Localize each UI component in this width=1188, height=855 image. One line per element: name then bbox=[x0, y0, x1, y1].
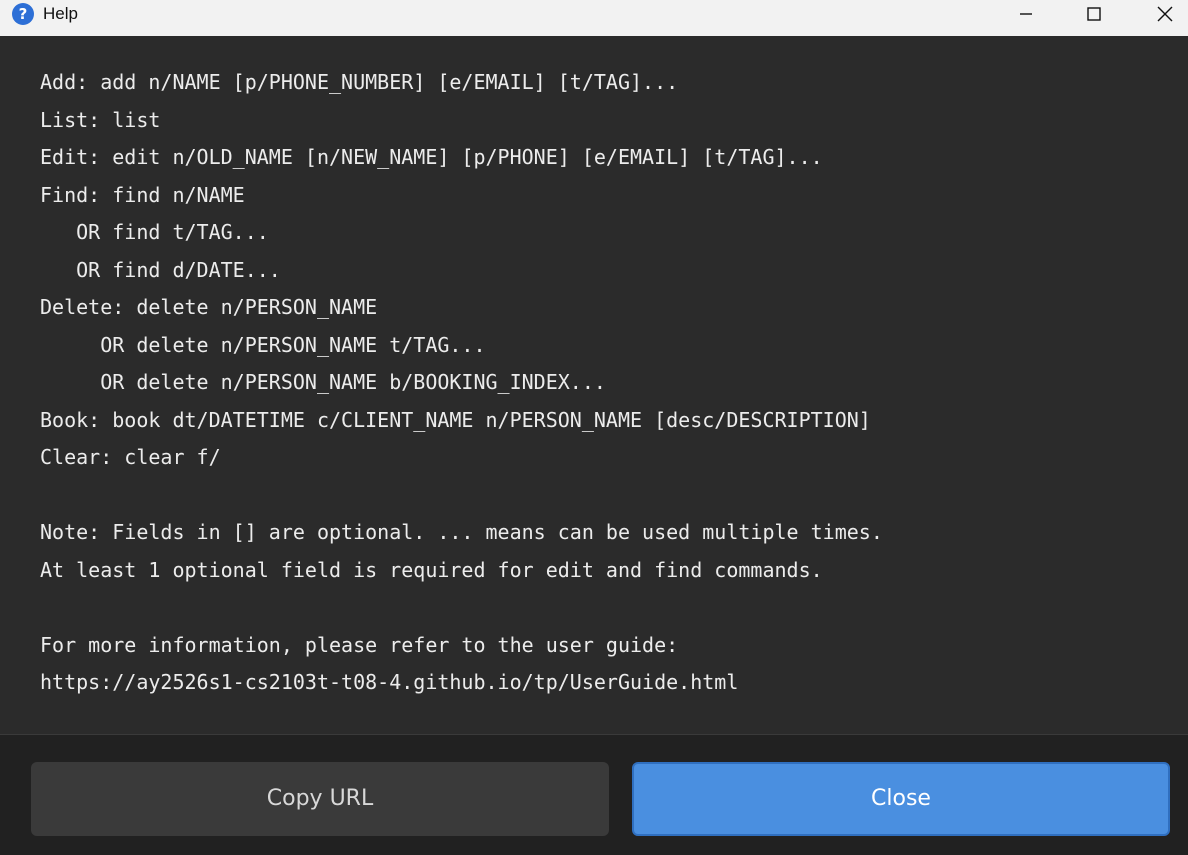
help-line: OR find d/DATE... bbox=[40, 257, 281, 282]
help-line: OR delete n/PERSON_NAME b/BOOKING_INDEX.… bbox=[40, 370, 606, 394]
minimize-button[interactable] bbox=[1003, 0, 1049, 30]
help-line: OR delete n/PERSON_NAME t/TAG... bbox=[40, 332, 486, 357]
help-question-icon: ? bbox=[12, 3, 34, 25]
copy-url-button[interactable]: Copy URL bbox=[31, 762, 609, 836]
help-line: Note: Fields in [] are optional. ... mea… bbox=[40, 520, 883, 544]
window-close-button[interactable] bbox=[1142, 0, 1188, 30]
window-title: Help bbox=[43, 4, 78, 23]
help-window: ? Help Add: add n/NAME [p/PHONE_NUMBER] … bbox=[0, 0, 1188, 855]
help-line: Add: add n/NAME [p/PHONE_NUMBER] [e/EMAI… bbox=[40, 70, 679, 94]
help-line: Find: find n/NAME bbox=[40, 182, 245, 207]
close-icon bbox=[1157, 6, 1173, 22]
help-line: List: list bbox=[40, 107, 161, 132]
button-bar: Copy URL Close bbox=[0, 734, 1188, 855]
help-line: Edit: edit n/OLD_NAME [n/NEW_NAME] [p/PH… bbox=[40, 145, 823, 169]
title-bar[interactable]: ? Help bbox=[0, 0, 1188, 36]
help-line: For more information, please refer to th… bbox=[40, 632, 679, 657]
user-guide-url: https://ay2526s1-cs2103t-t08-4.github.io… bbox=[40, 670, 739, 694]
maximize-icon bbox=[1087, 7, 1101, 21]
help-text: Add: add n/NAME [p/PHONE_NUMBER] [e/EMAI… bbox=[40, 64, 883, 702]
minimize-icon bbox=[1020, 13, 1032, 15]
help-line: At least 1 optional field is required fo… bbox=[40, 557, 823, 582]
help-line: OR find t/TAG... bbox=[40, 220, 269, 244]
maximize-button[interactable] bbox=[1071, 0, 1117, 30]
help-line: Book: book dt/DATETIME c/CLIENT_NAME n/P… bbox=[40, 407, 871, 432]
close-button[interactable]: Close bbox=[632, 762, 1170, 836]
help-line: Delete: delete n/PERSON_NAME bbox=[40, 295, 378, 319]
help-line: Clear: clear f/ bbox=[40, 445, 221, 469]
